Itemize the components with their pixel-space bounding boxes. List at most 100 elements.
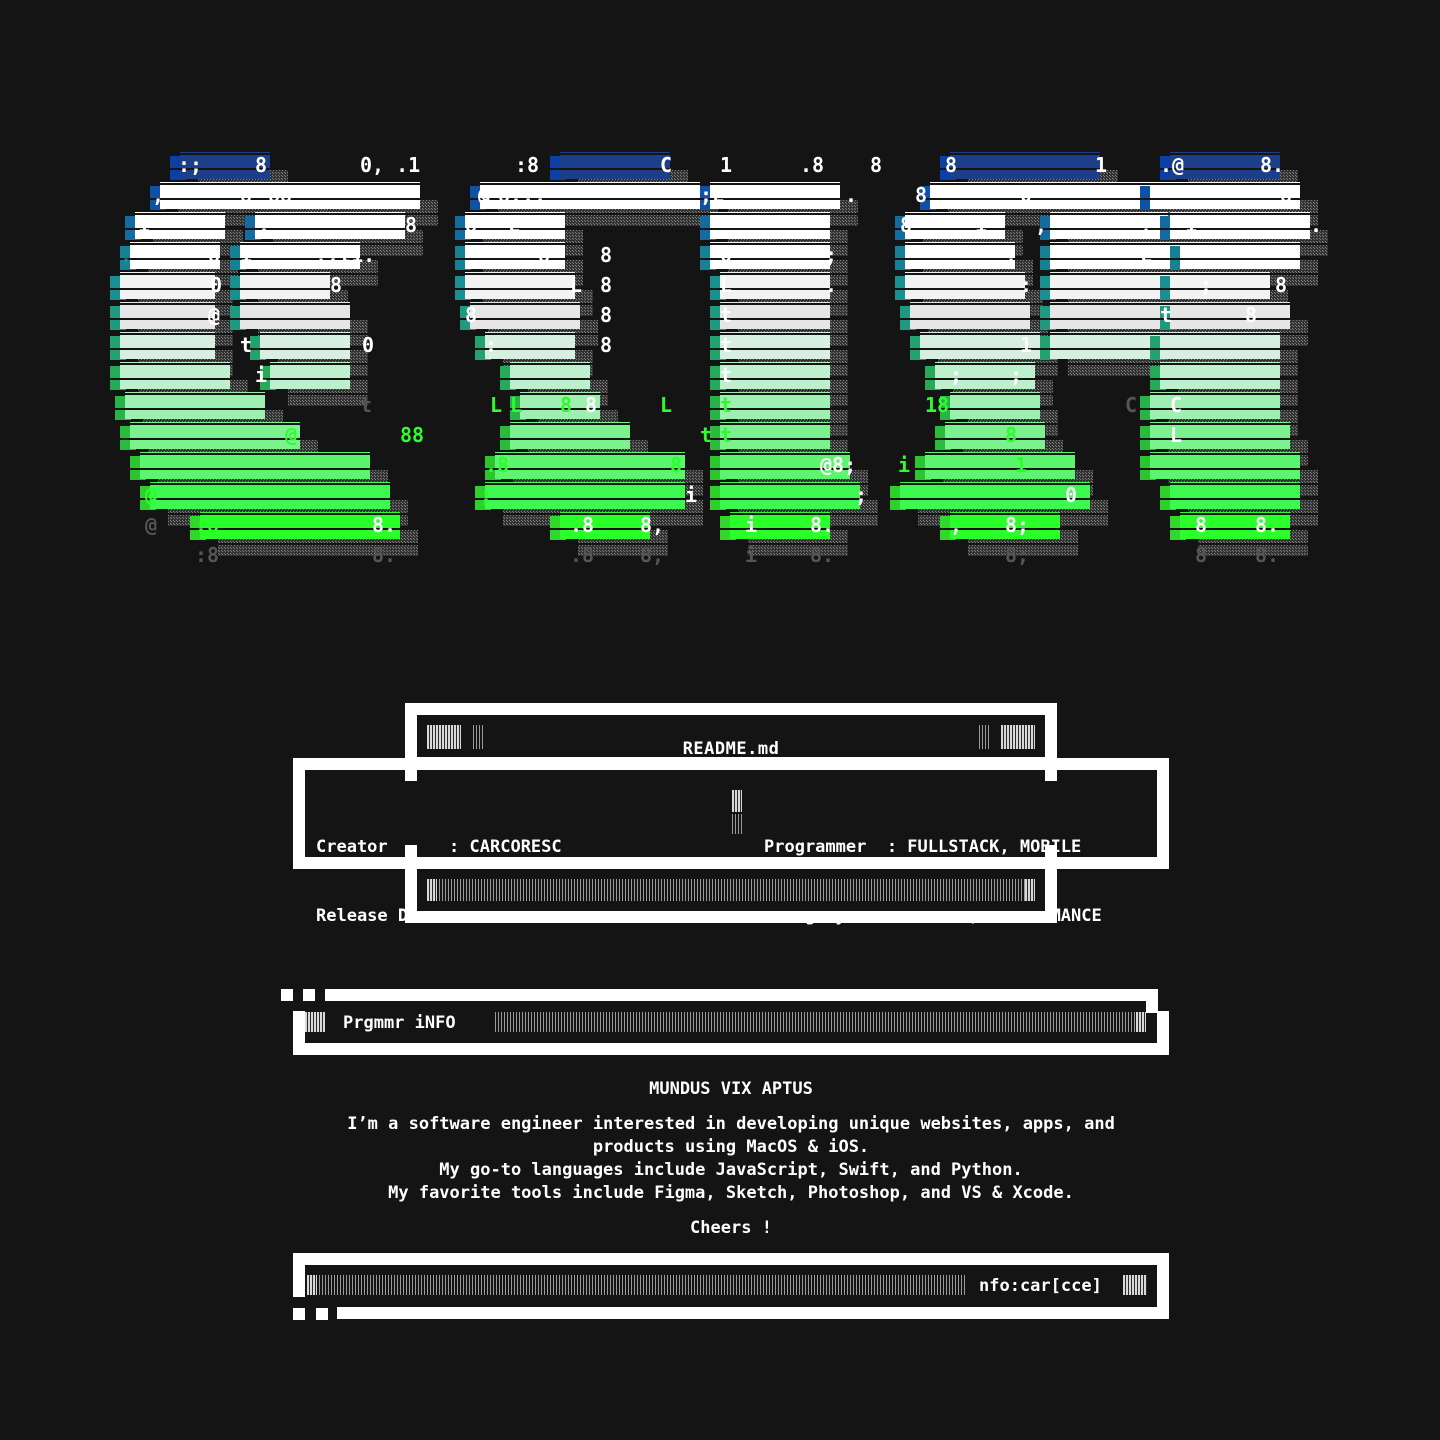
frame-gap (305, 1295, 1157, 1307)
frame-top (325, 989, 1158, 1001)
logo-glyph: 8. (372, 543, 396, 567)
logo-glyph: 1 (975, 213, 987, 237)
logo-glyph: :8 (195, 513, 219, 537)
logo-glyph: , (950, 513, 962, 537)
logo-glyph: 8. (1255, 513, 1279, 537)
shade-block (1136, 1012, 1146, 1032)
logo-glyph: 8 (600, 333, 612, 357)
logo-glyph: 8 (600, 303, 612, 327)
logo-glyph: C (1170, 393, 1182, 417)
logo-glyph: 8 (1280, 183, 1292, 207)
logo-glyph: @ (145, 483, 157, 507)
logo-glyph: C (660, 153, 672, 177)
readme-bottom-frame (405, 857, 1057, 923)
logo-glyph: 1 (1095, 153, 1107, 177)
logo-glyph: 0 (720, 243, 732, 267)
logo-glyph: ; (855, 483, 867, 507)
shade-bar (427, 879, 1035, 901)
logo-glyph: 8, (640, 543, 664, 567)
shade-bar (495, 1012, 1145, 1032)
shade-divider (732, 814, 742, 834)
logo-glyph: @8; (820, 453, 856, 477)
logo-glyph: L (508, 213, 520, 237)
logo-glyph: i (255, 363, 267, 387)
logo-glyph: .8 (570, 513, 594, 537)
logo-glyph: 8, (640, 513, 664, 537)
logo-glyph: , (1005, 243, 1017, 267)
logo-glyph: 1 (240, 243, 252, 267)
pixel-square (303, 989, 315, 1001)
logo-glyph: 8 (465, 303, 477, 327)
logo-glyph: t (1160, 303, 1172, 327)
logo-glyph: . (845, 183, 857, 207)
logo-glyph: 0 (210, 273, 222, 297)
logo-glyph: 8. (810, 513, 834, 537)
logo-glyph: 8 (1005, 423, 1017, 447)
logo-glyph: :8 (515, 153, 539, 177)
logo-glyph: : (1020, 273, 1032, 297)
logo-glyph: 8; (1005, 513, 1029, 537)
logo-glyph: .@ (1160, 153, 1184, 177)
logo-glyph: L (570, 273, 582, 297)
logo-glyph: 88 (268, 183, 292, 207)
logo-glyph: 0, .1 (360, 153, 420, 177)
logo-glyph: 8. (1260, 153, 1284, 177)
info-footer: nfo:car[cce] (293, 1253, 1169, 1320)
logo-glyph: , (1140, 213, 1152, 237)
shade-block (1123, 1275, 1147, 1295)
logo-glyph: 8 (900, 213, 912, 237)
logo-glyph: t (720, 393, 732, 417)
logo-glyph: L (1170, 423, 1182, 447)
logo-glyph: t (720, 423, 732, 447)
frame-joint (1045, 769, 1057, 781)
logo-glyph: L (720, 273, 732, 297)
footer-tag: nfo:car[cce] (979, 1276, 1102, 1296)
shade-block (307, 1275, 317, 1295)
logo-glyph: @ (208, 303, 220, 327)
pixel-square (281, 989, 293, 1001)
shade-bar (307, 1275, 967, 1295)
logo-glyph: ;L (700, 183, 724, 207)
logo-glyph: @ (285, 423, 297, 447)
logo-glyph: .8 (570, 543, 594, 567)
logo-glyph: 8 (255, 153, 267, 177)
logo-glyph: ; (950, 363, 962, 387)
logo-glyph: 0 (362, 333, 374, 357)
logo-glyph: : (485, 333, 497, 357)
logo-glyph: t (720, 303, 732, 327)
ascii-logo: :; 8 0, .1:8 C 1.8 8 8 1 .@ 8., 8 88 @8;.: ;L. 8 0 81; 8 8… (90, 140, 1350, 600)
logo-glyph: 8 (945, 153, 957, 177)
logo-glyph: 1 (138, 213, 150, 237)
pixel-square (293, 1308, 305, 1320)
about-section: MUNDUS VIX APTUS I’m a software engineer… (293, 1078, 1169, 1240)
logo-glyph: . (825, 273, 837, 297)
readme-meta-frame: Creator : CARCORESC Release Date: 2001/0… (293, 758, 1169, 926)
frame-top (293, 1253, 1169, 1265)
logo-glyph: 8 (1275, 273, 1287, 297)
logo-glyph: 8. (810, 543, 834, 567)
logo-glyph: C (1125, 393, 1137, 417)
logo-glyph: 1 (1020, 333, 1032, 357)
logo-glyph: .8 (485, 453, 509, 477)
meta-creator: Creator : CARCORESC (316, 837, 562, 857)
logo-glyph: 8 (1245, 303, 1257, 327)
logo-glyph: 1 (1015, 453, 1027, 477)
motto: MUNDUS VIX APTUS (649, 1079, 813, 1099)
logo-glyph: t (720, 363, 732, 387)
logo-glyph: L (1140, 243, 1152, 267)
logo-glyph: :; (178, 153, 202, 177)
logo-glyph: 8 (240, 183, 252, 207)
frame-joint (405, 769, 417, 781)
logo-glyph: L (490, 393, 502, 417)
logo-glyph: @ (478, 183, 490, 207)
about-tools: My favorite tools include Figma, Sketch,… (388, 1183, 1074, 1203)
shade-block (1001, 725, 1035, 749)
info-header: Prgmmr iNFO (281, 989, 1169, 1056)
logo-glyph: t (700, 423, 712, 447)
frame-edge (1146, 989, 1158, 1013)
logo-glyph: 8 (330, 273, 342, 297)
logo-glyph: , (152, 183, 164, 207)
cheers: Cheers ! (690, 1218, 772, 1238)
logo-glyph: 8. (1255, 543, 1279, 567)
logo-glyph: 8 (1195, 543, 1207, 567)
